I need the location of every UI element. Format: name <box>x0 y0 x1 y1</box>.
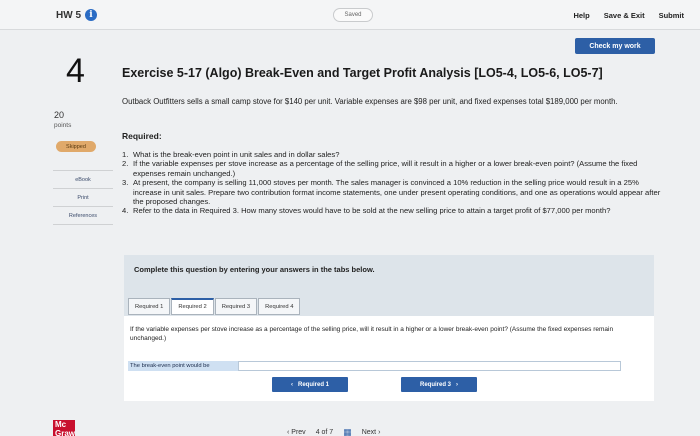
prev-required-label: Required 1 <box>297 381 329 388</box>
item-text: If the variable expenses per stove incre… <box>133 159 638 178</box>
tab-required-1[interactable]: Required 1 <box>128 298 171 315</box>
required-heading: Required: <box>122 131 162 141</box>
tab-required-4[interactable]: Required 4 <box>258 298 301 315</box>
save-exit-link[interactable]: Save & Exit <box>604 11 645 20</box>
exercise-description: Outback Outfitters sells a small camp st… <box>122 97 618 106</box>
list-item: 1. What is the break-even point in unit … <box>122 150 667 159</box>
points-value: 20 <box>54 110 65 120</box>
status-badge: Skipped <box>56 141 96 152</box>
list-item: 4. Refer to the data in Required 3. How … <box>122 206 667 215</box>
item-text: Refer to the data in Required 3. How man… <box>133 206 611 216</box>
next-required-label: Required 3 <box>419 381 451 388</box>
prev-question-button[interactable]: ‹ Prev <box>287 429 306 436</box>
question-pager: ‹ Prev 4 of 7 ▦ Next › <box>287 427 380 436</box>
points-label: points <box>54 122 72 129</box>
mcgraw-hill-logo: Mc Graw <box>53 420 76 436</box>
exercise-title: Exercise 5-17 (Algo) Break-Even and Targ… <box>122 66 603 80</box>
references-link[interactable]: References <box>53 207 113 225</box>
help-link[interactable]: Help <box>573 11 589 20</box>
answer-label: The break-even point would be <box>128 361 238 371</box>
assignment-title[interactable]: HW 5 i <box>56 9 97 21</box>
check-my-work-button[interactable]: Check my work <box>575 38 655 54</box>
print-link[interactable]: Print <box>53 189 113 207</box>
save-status-badge: Saved <box>333 8 373 22</box>
item-number: 3. <box>122 178 129 188</box>
item-number: 4. <box>122 206 129 216</box>
item-text: What is the break-even point in unit sal… <box>133 150 340 159</box>
item-number: 1. <box>122 150 129 159</box>
resource-links: eBook Print References <box>53 170 113 225</box>
info-icon[interactable]: i <box>85 9 97 21</box>
question-number: 4 <box>66 52 85 90</box>
ebook-link[interactable]: eBook <box>53 171 113 189</box>
hw-label: HW 5 <box>56 9 81 21</box>
tab-required-2[interactable]: Required 2 <box>171 298 214 315</box>
tab-content: If the variable expenses per stove incre… <box>124 316 654 401</box>
next-question-button[interactable]: Next › <box>362 429 381 436</box>
page-indicator: 4 of 7 <box>315 429 334 436</box>
instruction-text: Complete this question by entering your … <box>134 265 375 274</box>
answer-panel: Complete this question by entering your … <box>124 255 654 401</box>
prev-label: Prev <box>291 429 306 436</box>
tab-required-3[interactable]: Required 3 <box>214 298 258 315</box>
list-item: 2. If the variable expenses per stove in… <box>122 159 667 178</box>
prev-required-button[interactable]: ‹ Required 1 <box>272 377 348 392</box>
tab-question-text: If the variable expenses per stove incre… <box>130 326 614 342</box>
requirements-list: 1. What is the break-even point in unit … <box>122 150 667 216</box>
next-label: Next <box>361 429 377 436</box>
required-tabs: Required 1 Required 2 Required 3 Require… <box>128 298 301 315</box>
list-item: 3. At present, the company is selling 11… <box>122 178 667 206</box>
chevron-right-icon: › <box>456 381 458 388</box>
top-bar: HW 5 i Saved Help Save & Exit Submit <box>0 0 700 30</box>
chevron-left-icon: ‹ <box>290 381 293 388</box>
item-text: At present, the company is selling 11,00… <box>133 178 661 207</box>
grid-icon[interactable]: ▦ <box>343 427 352 436</box>
answer-dropdown[interactable] <box>238 361 621 371</box>
item-number: 2. <box>122 159 129 169</box>
submit-link[interactable]: Submit <box>659 11 684 20</box>
top-links: Help Save & Exit Submit <box>573 11 684 20</box>
next-required-button[interactable]: Required 3 › <box>401 377 477 392</box>
